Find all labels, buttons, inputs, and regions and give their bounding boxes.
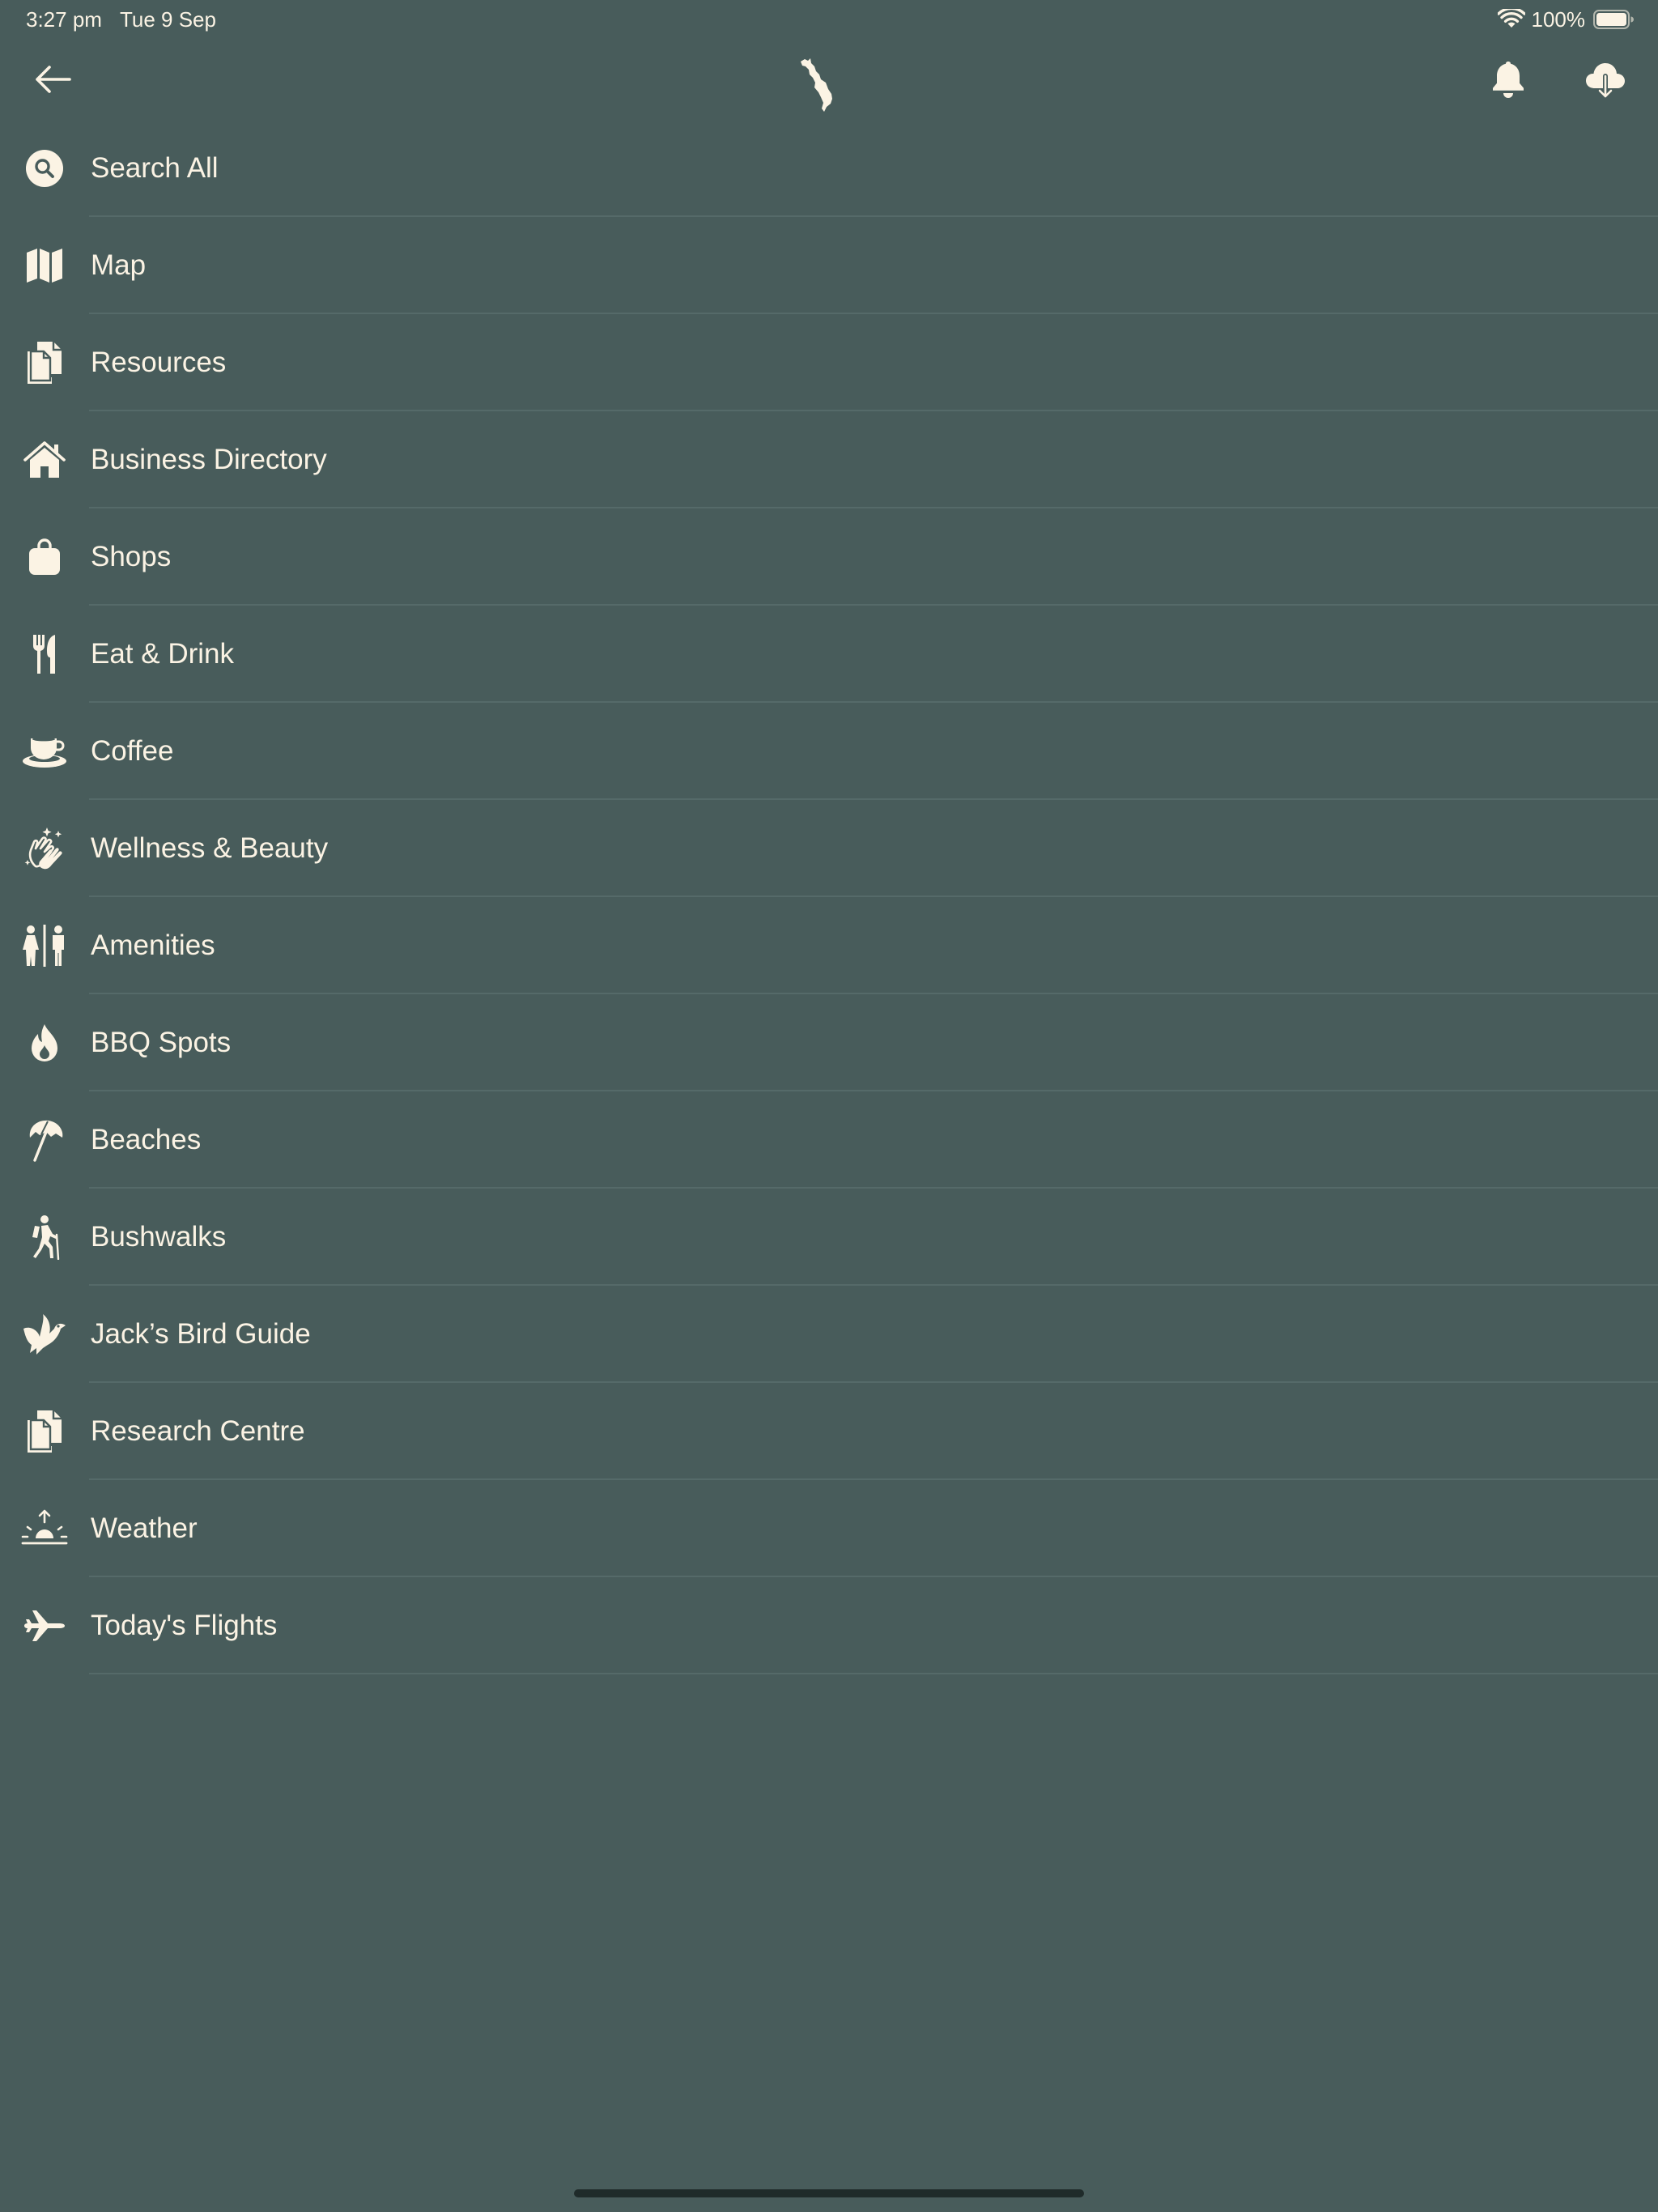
menu-list: Search All Map Resources Business Direct…	[0, 120, 1658, 1674]
status-time: 3:27 pm	[26, 7, 102, 32]
menu-item-label: Beaches	[91, 1124, 202, 1155]
cloud-download-icon	[1584, 59, 1626, 100]
menu-item-label: Coffee	[91, 735, 174, 767]
status-right: 100%	[1497, 5, 1634, 34]
status-date: Tue 9 Sep	[119, 7, 216, 32]
menu-item-label: Map	[91, 249, 147, 281]
fork-knife-icon	[19, 631, 70, 678]
arrow-left-icon	[34, 65, 71, 94]
shopping-bag-icon	[19, 534, 70, 581]
menu-item-bushwalks[interactable]: Bushwalks	[0, 1189, 1658, 1286]
airplane-icon	[19, 1602, 70, 1649]
menu-item-wellness-beauty[interactable]: Wellness & Beauty	[0, 800, 1658, 897]
menu-item-weather[interactable]: Weather	[0, 1480, 1658, 1577]
sunrise-icon	[19, 1505, 70, 1552]
menu-item-label: Business Directory	[91, 444, 327, 475]
menu-item-label: Amenities	[91, 929, 215, 961]
hiker-icon	[19, 1214, 70, 1261]
coffee-cup-icon	[19, 728, 70, 775]
battery-icon	[1593, 10, 1634, 29]
menu-item-label: Research Centre	[91, 1415, 305, 1447]
wifi-icon	[1497, 9, 1525, 30]
menu-item-research-centre[interactable]: Research Centre	[0, 1383, 1658, 1480]
menu-item-label: Jack’s Bird Guide	[91, 1318, 311, 1350]
download-button[interactable]	[1577, 57, 1634, 102]
documents-icon	[19, 1408, 70, 1455]
menu-item-label: Resources	[91, 347, 227, 378]
menu-item-coffee[interactable]: Coffee	[0, 703, 1658, 800]
back-button[interactable]	[24, 57, 81, 102]
bell-icon	[1490, 60, 1526, 99]
map-icon	[19, 242, 70, 289]
documents-icon	[19, 339, 70, 386]
menu-item-label: Shops	[91, 541, 172, 572]
bird-icon	[19, 1311, 70, 1358]
search-icon	[19, 145, 70, 192]
menu-item-shops[interactable]: Shops	[0, 508, 1658, 606]
status-bar: 3:27 pm Tue 9 Sep 100%	[0, 0, 1658, 39]
menu-item-eat-drink[interactable]: Eat & Drink	[0, 606, 1658, 703]
flame-icon	[19, 1019, 70, 1066]
menu-item-label: BBQ Spots	[91, 1027, 232, 1058]
menu-item-business-directory[interactable]: Business Directory	[0, 411, 1658, 508]
menu-item-label: Bushwalks	[91, 1221, 227, 1253]
menu-item-bbq-spots[interactable]: BBQ Spots	[0, 994, 1658, 1091]
menu-item-amenities[interactable]: Amenities	[0, 897, 1658, 994]
battery-percent: 100%	[1531, 6, 1586, 32]
menu-item-label: Wellness & Beauty	[91, 832, 329, 864]
menu-item-label: Eat & Drink	[91, 638, 234, 670]
restroom-icon	[19, 922, 70, 969]
island-logo-icon	[787, 47, 845, 117]
menu-item-todays-flights[interactable]: Today's Flights	[0, 1577, 1658, 1674]
menu-item-map[interactable]: Map	[0, 217, 1658, 314]
menu-item-label: Today's Flights	[91, 1610, 278, 1641]
menu-item-label: Weather	[91, 1512, 198, 1544]
menu-item-resources[interactable]: Resources	[0, 314, 1658, 411]
beach-umbrella-icon	[19, 1117, 70, 1163]
menu-item-search-all[interactable]: Search All	[0, 120, 1658, 217]
nav-bar	[0, 39, 1658, 120]
menu-item-jacks-bird-guide[interactable]: Jack’s Bird Guide	[0, 1286, 1658, 1383]
status-time-date: 3:27 pm Tue 9 Sep	[26, 5, 216, 34]
home-indicator[interactable]	[574, 2189, 1084, 2197]
menu-item-label: Search All	[91, 152, 219, 184]
house-icon	[19, 436, 70, 483]
notifications-button[interactable]	[1482, 57, 1535, 102]
clapping-hands-sparkle-icon	[19, 825, 70, 872]
menu-item-beaches[interactable]: Beaches	[0, 1091, 1658, 1189]
